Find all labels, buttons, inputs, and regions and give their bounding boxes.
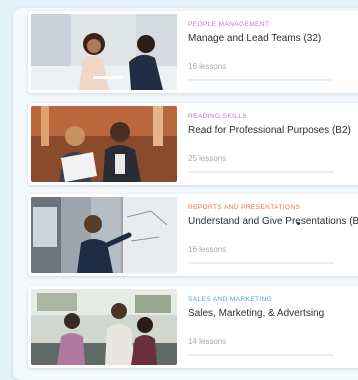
course-category: Reading Skills <box>188 113 248 120</box>
course-card-presentations[interactable]: Reports and Presentations Understand and… <box>28 194 358 276</box>
course-title: Understand and Give Presentations (B2 <box>188 216 358 227</box>
course-thumbnail <box>31 197 177 273</box>
course-card-read-professional[interactable]: Reading Skills Read for Professional Pur… <box>28 103 358 185</box>
lesson-count: 14 lessons <box>188 337 227 346</box>
progress-bar <box>188 354 334 356</box>
business-meeting-photo-icon <box>31 14 177 90</box>
course-thumbnail <box>31 106 177 182</box>
mouse-cursor <box>297 222 300 225</box>
course-category: People Management <box>188 21 270 28</box>
course-thumbnail <box>31 14 177 90</box>
course-card-manage-lead-teams[interactable]: People Management Manage and Lead Teams … <box>28 11 358 93</box>
progress-bar <box>188 79 334 81</box>
reading-documents-photo-icon <box>31 106 177 182</box>
course-title: Sales, Marketing, & Advertsing <box>188 308 325 319</box>
course-category: Sales and Marketing <box>188 296 273 303</box>
course-category: Reports and Presentations <box>188 204 301 211</box>
progress-bar <box>188 171 334 173</box>
course-card-sales-marketing[interactable]: Sales and Marketing Sales, Marketing, & … <box>28 286 358 368</box>
course-title: Read for Professional Purposes (B2) <box>188 125 351 136</box>
presentation-whiteboard-photo-icon <box>31 197 177 273</box>
lesson-count: 16 lessons <box>188 245 227 254</box>
progress-bar <box>188 262 334 264</box>
lesson-count: 25 lessons <box>188 154 227 163</box>
course-thumbnail <box>31 289 177 365</box>
sales-team-photo-icon <box>31 289 177 365</box>
lesson-count: 16 lessons <box>188 62 227 71</box>
course-title: Manage and Lead Teams (32) <box>188 33 322 44</box>
